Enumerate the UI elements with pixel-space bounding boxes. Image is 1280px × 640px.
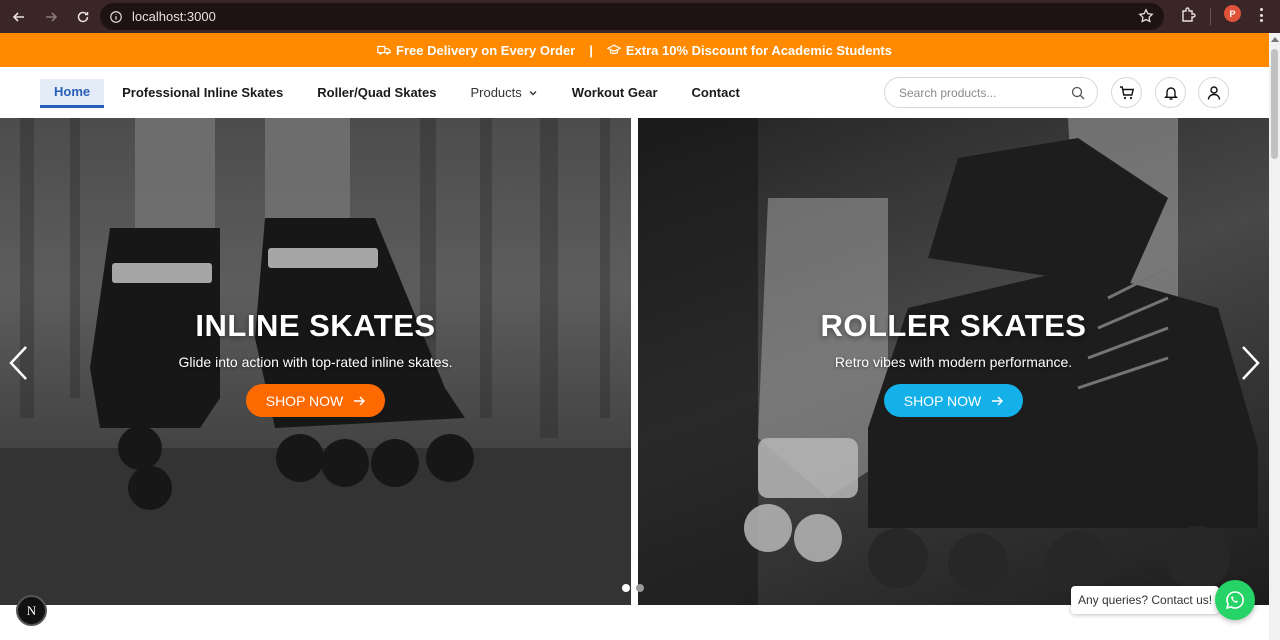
user-icon xyxy=(1207,85,1220,100)
slide-roller-skates: ROLLER SKATES Retro vibes with modern pe… xyxy=(638,118,1269,605)
scroll-up-arrow[interactable] xyxy=(1271,37,1279,42)
nav-home[interactable]: Home xyxy=(40,78,105,108)
search-input[interactable] xyxy=(899,85,1059,100)
hero-carousel: INLINE SKATES Glide into action with top… xyxy=(0,118,1269,605)
search-box xyxy=(884,77,1098,108)
announcement-separator: | xyxy=(589,42,593,58)
url-text: localhost:3000 xyxy=(132,9,216,24)
carousel-dot-1[interactable] xyxy=(622,584,630,592)
profile-avatar[interactable]: P xyxy=(1224,5,1241,22)
shop-now-label: SHOP NOW xyxy=(265,392,344,409)
browser-toolbar: localhost:3000 P xyxy=(0,0,1280,33)
reload-icon xyxy=(77,11,89,22)
delivery-notice: Free Delivery on Every Order xyxy=(377,43,575,58)
carousel-dot-2[interactable] xyxy=(636,584,644,592)
slide-content-inline: INLINE SKATES Glide into action with top… xyxy=(0,308,631,417)
slide-subtitle: Glide into action with top-rated inline … xyxy=(178,354,453,370)
discount-text: Extra 10% Discount for Academic Students xyxy=(625,42,892,58)
arrow-right-icon xyxy=(354,395,366,406)
forward-button[interactable] xyxy=(36,3,66,31)
chevron-left-icon[interactable] xyxy=(6,344,32,382)
back-icon xyxy=(12,11,24,22)
scrollbar-thumb[interactable] xyxy=(1271,49,1278,159)
forward-icon xyxy=(46,11,58,22)
discount-notice: Extra 10% Discount for Academic Students xyxy=(606,42,892,58)
back-button[interactable] xyxy=(4,3,34,31)
shop-now-roller-button[interactable]: SHOP NOW xyxy=(883,384,1024,417)
nav-workout-gear[interactable]: Workout Gear xyxy=(556,79,674,107)
announcement-bar: Free Delivery on Every Order | Extra 10%… xyxy=(0,33,1269,67)
whatsapp-button[interactable] xyxy=(1215,580,1255,620)
cart-icon xyxy=(1119,85,1134,99)
delivery-text: Free Delivery on Every Order xyxy=(396,42,576,58)
info-icon[interactable] xyxy=(108,9,124,25)
nextjs-dev-badge[interactable]: N xyxy=(16,595,47,626)
notifications-button[interactable] xyxy=(1155,77,1186,108)
slide-content-roller: ROLLER SKATES Retro vibes with modern pe… xyxy=(638,308,1269,417)
address-bar[interactable]: localhost:3000 xyxy=(100,3,1164,30)
slide-title: ROLLER SKATES xyxy=(820,308,1087,343)
toolbar-divider xyxy=(1210,8,1211,25)
search-icon[interactable] xyxy=(1071,86,1085,100)
star-icon[interactable] xyxy=(1138,8,1154,24)
account-button[interactable] xyxy=(1198,77,1229,108)
cart-button[interactable] xyxy=(1111,77,1142,108)
shop-now-label: SHOP NOW xyxy=(903,392,982,409)
contact-tooltip: Any queries? Contact us! xyxy=(1071,586,1220,614)
nav-contact[interactable]: Contact xyxy=(676,79,756,107)
arrow-right-icon xyxy=(992,395,1004,406)
menu-icon[interactable] xyxy=(1252,6,1270,24)
bell-icon xyxy=(1163,86,1178,100)
shop-now-inline-button[interactable]: SHOP NOW xyxy=(245,384,386,417)
chevron-down-icon xyxy=(529,90,537,95)
slide-title: INLINE SKATES xyxy=(195,308,436,343)
truck-icon xyxy=(377,45,391,55)
nav-products-label: Products xyxy=(470,85,522,100)
page-scrollbar[interactable] xyxy=(1269,33,1280,640)
nav-roller-quad-skates[interactable]: Roller/Quad Skates xyxy=(301,79,452,107)
whatsapp-icon xyxy=(1225,591,1244,610)
reload-button[interactable] xyxy=(68,3,98,31)
slide-subtitle: Retro vibes with modern performance. xyxy=(834,354,1073,370)
carousel-dots xyxy=(622,584,644,592)
chevron-right-icon[interactable] xyxy=(1237,344,1263,382)
site-header: Home Professional Inline Skates Roller/Q… xyxy=(0,67,1269,118)
graduation-cap-icon xyxy=(606,44,621,54)
slide-inline-skates: INLINE SKATES Glide into action with top… xyxy=(0,118,631,605)
nav-products[interactable]: Products xyxy=(454,79,553,107)
nav-professional-inline-skates[interactable]: Professional Inline Skates xyxy=(106,79,299,107)
main-nav: Home Professional Inline Skates Roller/Q… xyxy=(40,67,758,118)
extensions-icon[interactable] xyxy=(1179,6,1197,24)
